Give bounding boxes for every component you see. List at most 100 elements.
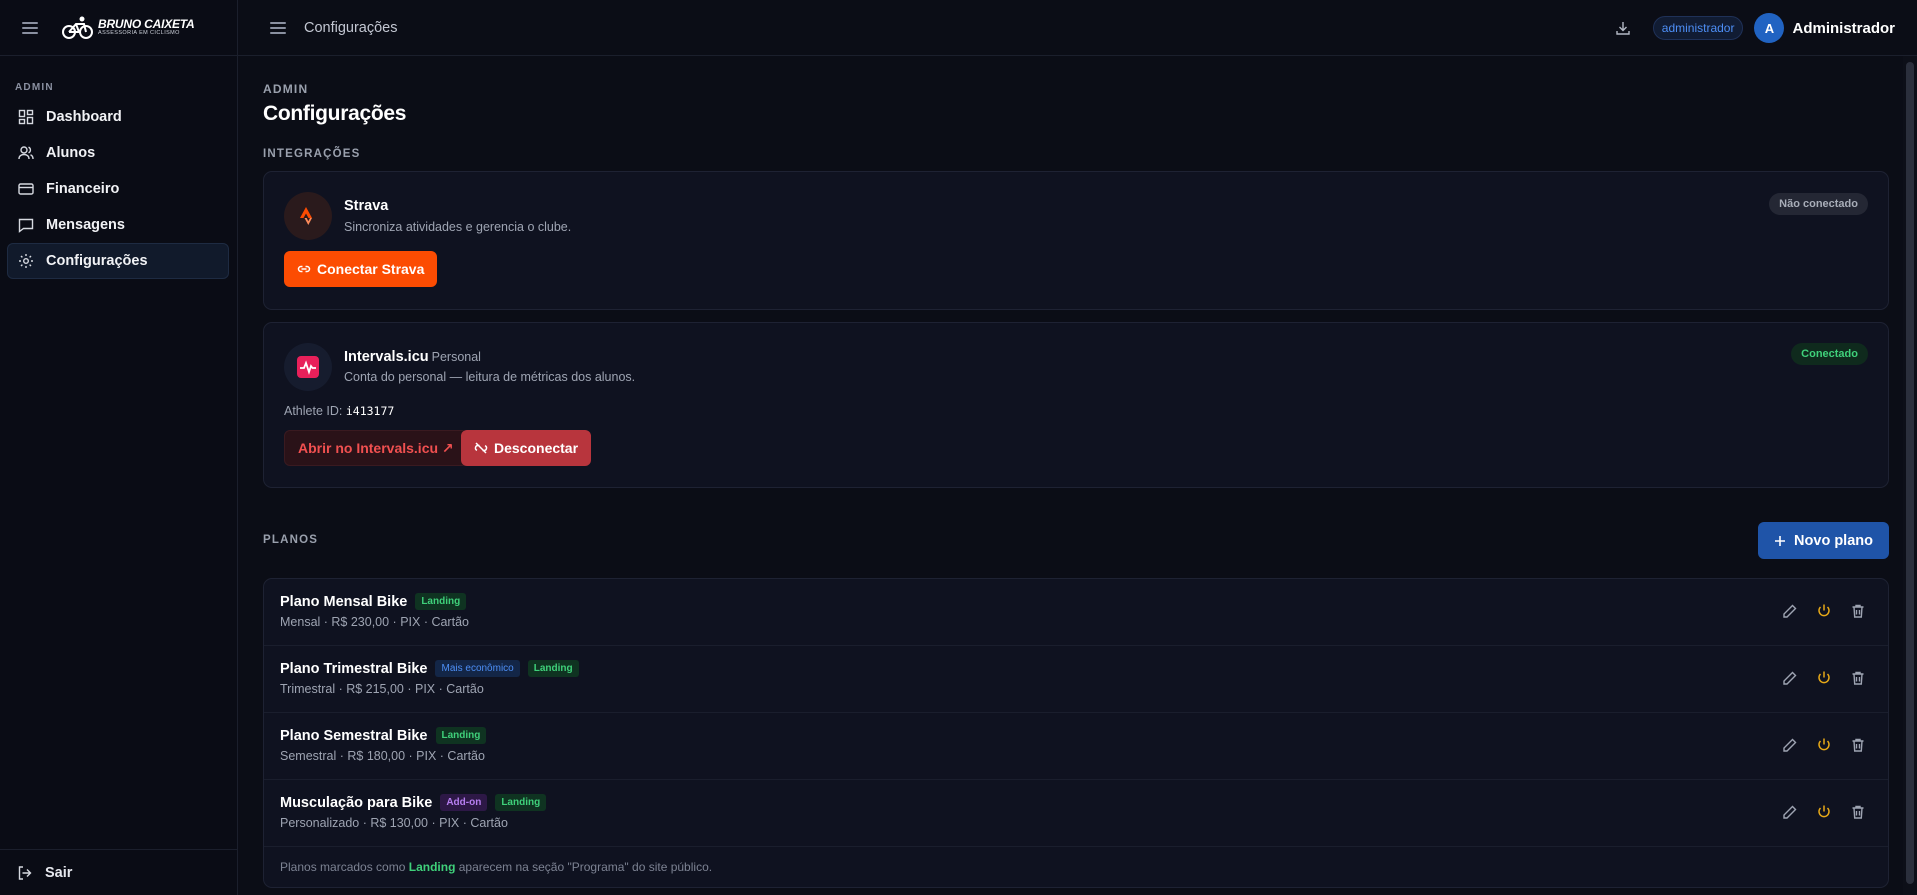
sidebar-item-alunos[interactable]: Alunos	[7, 135, 229, 171]
plan-actions	[1782, 670, 1866, 686]
sidebar-item-label: Financeiro	[46, 181, 120, 197]
edit-icon[interactable]	[1782, 603, 1798, 619]
plan-badge: Landing	[495, 794, 547, 811]
edit-icon[interactable]	[1782, 804, 1798, 820]
power-icon[interactable]	[1816, 737, 1832, 753]
plan-actions	[1782, 603, 1866, 619]
intervals-description: Conta do personal — leitura de métricas …	[344, 370, 636, 384]
strava-name: Strava	[344, 198, 389, 214]
download-icon[interactable]	[1615, 20, 1631, 36]
strava-status-badge: Não conectado	[1769, 193, 1868, 215]
power-icon[interactable]	[1816, 804, 1832, 820]
plan-name: Plano Mensal Bike	[280, 593, 408, 610]
sidebar-item-financeiro[interactable]: Financeiro	[7, 171, 229, 207]
logout-label: Sair	[45, 864, 73, 881]
footnote-post: aparecem na seção "Programa" do site púb…	[458, 860, 713, 874]
plan-row: Musculação para Bike Add-on Landing Perso…	[264, 780, 1888, 847]
power-icon[interactable]	[1816, 670, 1832, 686]
plans-card: Plano Mensal Bike Landing Mensal · R$ 23…	[263, 578, 1889, 888]
intervals-logo	[284, 343, 332, 391]
unlink-icon	[474, 442, 488, 454]
new-plan-label: Novo plano	[1794, 532, 1873, 549]
sidebar: BRUNO CAIXETA ASSESSORIA EM CICLISMO ADM…	[0, 0, 238, 895]
sidebar-item-configuracoes[interactable]: Configurações	[7, 243, 229, 279]
plan-row: Plano Mensal Bike Landing Mensal · R$ 23…	[264, 579, 1888, 646]
logout-button[interactable]: Sair	[0, 849, 237, 895]
users-icon	[18, 146, 34, 160]
edit-icon[interactable]	[1782, 670, 1798, 686]
trash-icon[interactable]	[1850, 804, 1866, 820]
trash-icon[interactable]	[1850, 737, 1866, 753]
plan-title: Plano Semestral Bike Landing	[280, 727, 487, 744]
brand-logo[interactable]: BRUNO CAIXETA ASSESSORIA EM CICLISMO	[62, 16, 195, 40]
plan-detail: Trimestral · R$ 215,00 · PIX · Cartão	[280, 682, 484, 696]
intervals-status-badge: Conectado	[1791, 343, 1868, 365]
plan-detail: Semestral · R$ 180,00 · PIX · Cartão	[280, 749, 485, 763]
connect-strava-button[interactable]: Conectar Strava	[284, 251, 438, 287]
avatar[interactable]: A	[1754, 13, 1785, 43]
pulse-icon	[297, 356, 319, 378]
gear-icon	[19, 254, 33, 268]
main-content: ADMIN Configurações INTEGRAÇÕES Strava S…	[263, 56, 1889, 888]
plan-actions	[1782, 737, 1866, 753]
link-icon	[297, 265, 311, 273]
edit-icon[interactable]	[1782, 737, 1798, 753]
disconnect-label: Desconectar	[494, 440, 579, 456]
scrollbar[interactable]	[1903, 56, 1917, 895]
plan-badge: Add-on	[440, 794, 488, 811]
plan-title: Musculação para Bike Add-on Landing	[280, 794, 547, 811]
intervals-card: Intervals.icu Personal Conta do personal …	[263, 322, 1889, 488]
plan-name: Musculação para Bike	[280, 794, 433, 811]
menu-icon[interactable]	[22, 21, 38, 34]
plan-badge: Landing	[527, 660, 579, 677]
sidebar-item-mensagens[interactable]: Mensagens	[7, 207, 229, 243]
user-name[interactable]: Administrador	[1792, 20, 1895, 37]
brand-name: BRUNO CAIXETA	[98, 17, 195, 32]
integrations-section-label: INTEGRAÇÕES	[263, 148, 361, 160]
plans-list: Plano Mensal Bike Landing Mensal · R$ 23…	[264, 579, 1888, 847]
plan-name: Plano Trimestral Bike	[280, 660, 428, 677]
disconnect-button[interactable]: Desconectar	[461, 430, 592, 466]
intervals-tag: Personal	[431, 350, 481, 364]
power-icon[interactable]	[1816, 603, 1832, 619]
sidebar-nav: Dashboard Alunos Financeiro Mensagens Co…	[0, 93, 237, 279]
plan-detail: Personalizado · R$ 130,00 · PIX · Cartão	[280, 816, 508, 830]
athlete-id-row: Athlete ID: i413177	[284, 404, 394, 418]
page-eyebrow: ADMIN	[263, 82, 309, 96]
scrollbar-thumb[interactable]	[1906, 62, 1914, 884]
page-title: Configurações	[263, 102, 407, 125]
trash-icon[interactable]	[1850, 603, 1866, 619]
cyclist-logo-icon	[62, 16, 93, 39]
plan-badge: Mais econômico	[435, 660, 520, 677]
breadcrumb-title: Configurações	[304, 19, 398, 36]
plans-footnote: Planos marcados como Landing aparecem na…	[264, 847, 1888, 887]
sidebar-item-dashboard[interactable]: Dashboard	[7, 99, 229, 135]
role-badge: administrador	[1652, 16, 1744, 40]
menu-toggle-icon[interactable]	[270, 21, 286, 34]
plan-badge: Landing	[415, 593, 467, 610]
plan-row: Plano Semestral Bike Landing Semestral ·…	[264, 713, 1888, 780]
strava-icon	[300, 207, 312, 225]
plans-header: PLANOS Novo plano	[263, 514, 1889, 568]
footnote-pre: Planos marcados como	[280, 860, 406, 874]
dashboard-icon	[18, 109, 34, 125]
open-intervals-button[interactable]: Abrir no Intervals.icu ↗	[284, 430, 468, 466]
plan-detail: Mensal · R$ 230,00 · PIX · Cartão	[280, 615, 469, 629]
sidebar-item-label: Alunos	[46, 145, 96, 161]
open-intervals-label: Abrir no Intervals.icu ↗	[298, 439, 454, 456]
trash-icon[interactable]	[1850, 670, 1866, 686]
sidebar-item-label: Configurações	[46, 253, 148, 269]
plan-name: Plano Semestral Bike	[280, 727, 428, 744]
strava-description: Sincroniza atividades e gerencia o clube…	[344, 220, 572, 234]
topbar: Configurações administrador A Administra…	[238, 0, 1917, 56]
plus-icon	[1775, 535, 1786, 546]
intervals-name: Intervals.icu Personal	[344, 349, 481, 365]
sidebar-header: BRUNO CAIXETA ASSESSORIA EM CICLISMO	[0, 0, 237, 56]
sidebar-section-label: ADMIN	[15, 82, 54, 93]
new-plan-button[interactable]: Novo plano	[1758, 522, 1889, 559]
connect-strava-label: Conectar Strava	[317, 261, 425, 277]
sidebar-item-label: Dashboard	[46, 109, 122, 125]
logout-icon	[18, 865, 32, 880]
plan-title: Plano Trimestral Bike Mais econômico Land…	[280, 660, 579, 677]
message-icon	[18, 218, 34, 233]
